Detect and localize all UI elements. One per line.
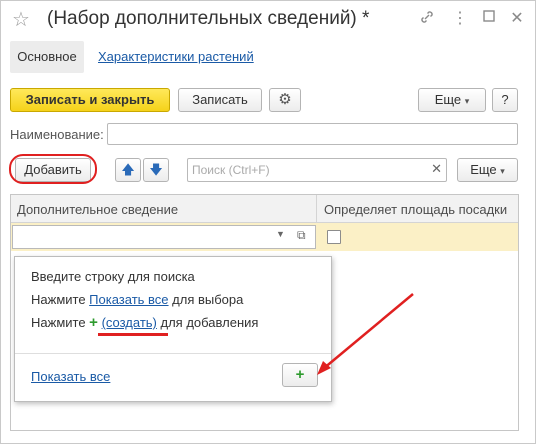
plus-icon: + xyxy=(89,314,98,331)
popup-text: Нажмите xyxy=(31,315,90,330)
popup-text: Нажмите xyxy=(31,292,90,307)
highlight-ellipse xyxy=(9,154,97,184)
menu-icon[interactable]: ⋮ xyxy=(450,9,470,29)
favorite-star-icon[interactable]: ☆ xyxy=(12,7,30,32)
list-more-button[interactable]: Еще ▾ xyxy=(457,158,518,182)
gear-icon: ⚙ xyxy=(278,91,292,108)
search-hint-popup: Введите строку для поиска Нажмите Показа… xyxy=(14,256,332,402)
popup-create-line: Нажмите + (создать) для добавления xyxy=(31,314,258,331)
move-up-button[interactable]: 🡅 xyxy=(115,158,141,182)
clear-search-icon[interactable]: ✕ xyxy=(431,161,442,177)
arrow-up-icon: 🡅 xyxy=(121,162,135,177)
tab-plant-characteristics[interactable]: Характеристики растений xyxy=(98,49,254,64)
create-link[interactable]: (создать) xyxy=(102,315,157,330)
maximize-icon[interactable] xyxy=(479,9,499,29)
more-label: Еще xyxy=(434,92,462,107)
popup-text: для добавления xyxy=(156,315,259,330)
settings-button[interactable]: ⚙ xyxy=(269,88,301,112)
list-more-label: Еще xyxy=(470,162,497,177)
create-button[interactable]: + xyxy=(282,363,318,387)
table-header: Дополнительное сведение Определяет площа… xyxy=(11,195,518,223)
chevron-down-icon: ▾ xyxy=(500,166,505,176)
show-all-bottom-link[interactable]: Показать все xyxy=(31,369,110,384)
chevron-down-icon: ▾ xyxy=(464,96,470,106)
form-window: ☆ (Набор дополнительных сведений) * ⋮ ✕ … xyxy=(0,0,536,444)
column-header-planting-area[interactable]: Определяет площадь посадки xyxy=(324,202,507,217)
popup-show-all-line: Нажмите Показать все для выбора xyxy=(31,292,243,307)
title-bar: ☆ (Набор дополнительных сведений) * ⋮ ✕ xyxy=(1,1,535,39)
plus-icon: + xyxy=(295,366,305,383)
more-button[interactable]: Еще ▾ xyxy=(418,88,486,112)
window-title: (Набор дополнительных сведений) * xyxy=(47,8,370,29)
popup-text: для выбора xyxy=(168,292,244,307)
search-placeholder: Поиск (Ctrl+F) xyxy=(192,163,270,177)
show-all-link[interactable]: Показать все xyxy=(89,292,168,307)
open-icon[interactable]: ⧉ xyxy=(297,228,306,243)
highlight-underline xyxy=(98,333,168,336)
name-label: Наименование: xyxy=(10,127,104,142)
search-input[interactable]: Поиск (Ctrl+F) ✕ xyxy=(187,158,447,182)
property-edit-field[interactable]: ▼ ⧉ xyxy=(12,225,316,249)
popup-hint-line: Введите строку для поиска xyxy=(31,269,195,284)
tab-main[interactable]: Основное xyxy=(10,41,84,73)
save-button[interactable]: Записать xyxy=(178,88,262,112)
move-down-button[interactable]: 🡇 xyxy=(143,158,169,182)
close-icon[interactable]: ✕ xyxy=(507,9,527,29)
help-button[interactable]: ? xyxy=(492,88,518,112)
link-icon[interactable] xyxy=(417,9,437,29)
name-field[interactable] xyxy=(107,123,518,145)
save-and-close-button[interactable]: Записать и закрыть xyxy=(10,88,170,112)
arrow-down-icon: 🡇 xyxy=(149,162,163,177)
chevron-down-icon[interactable]: ▼ xyxy=(276,229,285,239)
column-divider xyxy=(316,195,317,223)
tab-strip: Основное Характеристики растений xyxy=(1,39,535,75)
planting-area-checkbox[interactable] xyxy=(327,230,341,244)
table-row[interactable]: ▼ ⧉ xyxy=(11,223,518,251)
column-header-property[interactable]: Дополнительное сведение xyxy=(17,202,178,217)
popup-divider xyxy=(15,353,331,354)
